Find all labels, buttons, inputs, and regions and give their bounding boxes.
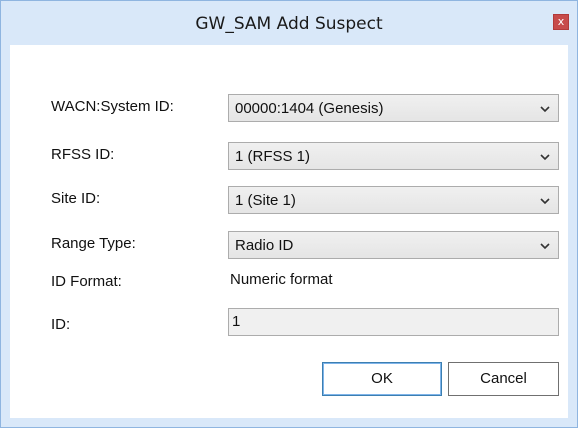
chevron-down-icon <box>540 106 550 113</box>
id-input-value: 1 <box>232 313 241 330</box>
window-frame-left <box>1 45 10 427</box>
site-select-value: 1 (Site 1) <box>235 192 296 209</box>
ok-button[interactable]: OK <box>322 362 442 396</box>
cancel-button[interactable]: Cancel <box>448 362 559 396</box>
wacn-select-value: 00000:1404 (Genesis) <box>235 100 384 117</box>
id-format-value: Numeric format <box>230 271 333 288</box>
rfss-label: RFSS ID: <box>51 146 115 163</box>
chevron-down-icon <box>540 154 550 161</box>
wacn-label: WACN:System ID: <box>51 98 174 115</box>
chevron-down-icon <box>540 198 550 205</box>
range-type-select[interactable]: Radio ID <box>228 231 559 259</box>
title-bar[interactable]: GW_SAM Add Suspect x <box>1 1 577 45</box>
range-type-select-value: Radio ID <box>235 237 294 254</box>
rfss-select[interactable]: 1 (RFSS 1) <box>228 142 559 170</box>
id-format-label: ID Format: <box>51 273 122 290</box>
site-label: Site ID: <box>51 190 101 207</box>
dialog-title: GW_SAM Add Suspect <box>195 14 383 34</box>
wacn-select[interactable]: 00000:1404 (Genesis) <box>228 94 559 122</box>
add-suspect-dialog: GW_SAM Add Suspect x WACN:System ID: 000… <box>0 0 578 428</box>
range-type-label: Range Type: <box>51 235 136 252</box>
close-button[interactable]: x <box>553 14 569 30</box>
close-icon: x <box>557 15 565 28</box>
window-frame-bottom <box>1 418 577 427</box>
chevron-down-icon <box>540 243 550 250</box>
id-input[interactable]: 1 <box>228 308 559 336</box>
rfss-select-value: 1 (RFSS 1) <box>235 148 311 165</box>
site-select[interactable]: 1 (Site 1) <box>228 186 559 214</box>
id-label: ID: <box>51 316 71 333</box>
window-frame-right <box>568 45 577 427</box>
